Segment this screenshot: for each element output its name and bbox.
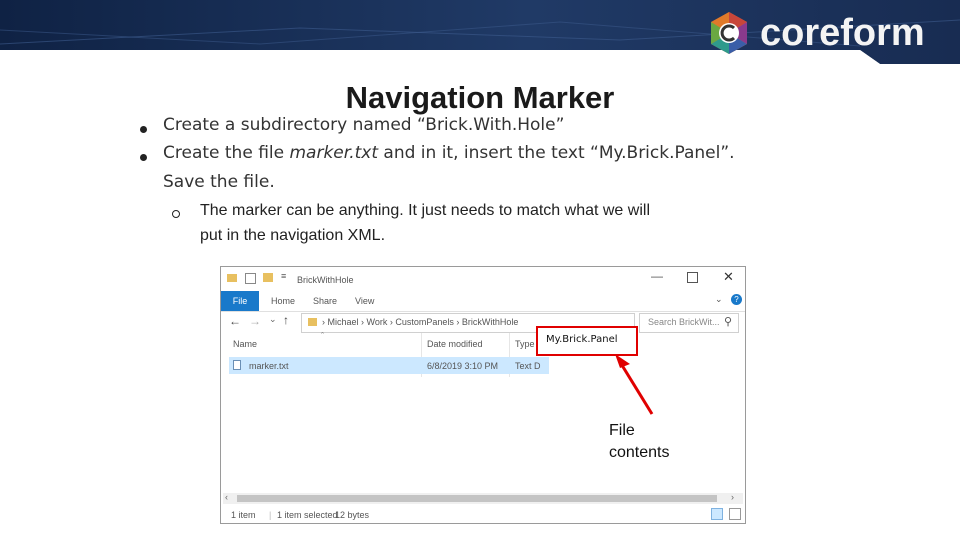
callout-arrow: [615, 354, 654, 415]
label-line-2: contents: [609, 444, 670, 461]
file-contents-label: File contents: [609, 420, 669, 464]
label-line-1: File: [609, 422, 635, 439]
